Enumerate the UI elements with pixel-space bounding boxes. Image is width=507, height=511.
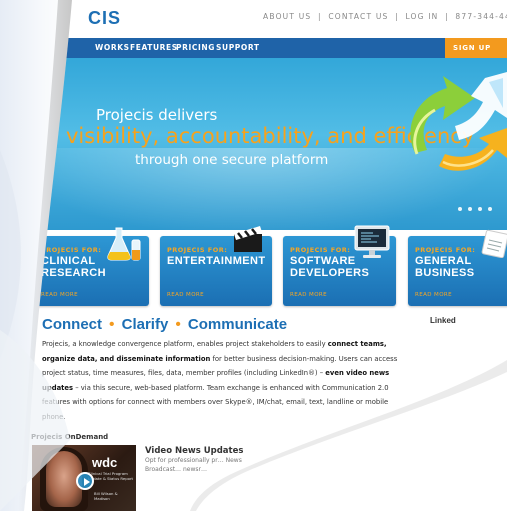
heading-part: Connect (42, 316, 102, 333)
card-software-developers[interactable]: PROJECIS FOR: SOFTWARE DEVELOPERS READ M… (283, 225, 396, 306)
card-title: GENERAL BUSINESS (415, 255, 475, 279)
heading-part: Clarify (121, 316, 169, 333)
contact-us-link[interactable]: CONTACT US (328, 12, 388, 21)
heading-bullet: • (175, 316, 181, 333)
card-title-line: BUSINESS (415, 266, 475, 279)
card-for-label: PROJECIS FOR: (415, 246, 476, 254)
thumb-subtitle: Clinical Trial Program Update & Status R… (88, 471, 134, 481)
read-more-link[interactable]: READ MORE (415, 292, 452, 298)
card-title-line: ENTERTAINMENT (167, 255, 266, 267)
card-entertainment[interactable]: PROJECIS FOR: ENTERTAINMENT READ MORE (160, 226, 272, 306)
page: CIS ABOUT US | CONTACT US | LOG IN | 877… (0, 0, 507, 511)
thumb-caption: Bill Wilson & Madison (94, 491, 118, 501)
linkedin-logo[interactable]: Linked (430, 316, 456, 325)
separator: | (317, 12, 322, 21)
video-thumbnail[interactable]: wdc Clinical Trial Program Update & Stat… (32, 445, 136, 511)
card-title-line: CLINICAL (41, 255, 96, 267)
slide-dot[interactable] (468, 207, 472, 211)
slide-indicator (458, 198, 498, 216)
main-nav: WORKS FEATURES PRICING SUPPORT SIGN UP N… (0, 38, 507, 72)
separator: | (445, 12, 449, 21)
read-more-link[interactable]: READ MORE (41, 292, 78, 298)
logo[interactable]: CIS (88, 8, 121, 29)
card-for-label: PROJECIS FOR: (290, 246, 351, 254)
page-heading: Connect • Clarify • Communicate (42, 316, 287, 333)
sign-up-button[interactable]: SIGN UP NOW (445, 38, 507, 72)
separator: | (395, 12, 399, 21)
nav-item-support[interactable]: SUPPORT (216, 43, 260, 52)
header: CIS ABOUT US | CONTACT US | LOG IN | 877… (0, 0, 507, 38)
play-icon (84, 477, 90, 486)
card-title: CLINICAL RESEARCH (41, 255, 106, 279)
thumb-logo: wdc (92, 455, 118, 470)
video-description: Opt for professionally pr… News Broadcas… (145, 457, 242, 473)
slide-dot[interactable] (478, 207, 482, 211)
hero-banner: Projecis delivers visibility, accountabi… (0, 58, 507, 230)
card-title-line: RESEARCH (41, 266, 106, 279)
card-general-business[interactable]: PROJECIS FOR: GENERAL BUSINESS READ MORE (408, 229, 507, 306)
intro-paragraph: Projecis, a knowledge convergence platfo… (42, 337, 402, 424)
slide-dot[interactable] (458, 207, 462, 211)
card-for-label: PROJECIS FOR: (167, 246, 228, 254)
card-title-line: GENERAL (415, 255, 472, 267)
play-button[interactable] (76, 472, 94, 490)
about-us-link[interactable]: ABOUT US (263, 12, 311, 21)
top-links: ABOUT US | CONTACT US | LOG IN | 877-344… (263, 12, 507, 21)
notepad-icon (481, 229, 507, 258)
heading-part: Communicate (187, 316, 288, 333)
clapperboard-icon (234, 226, 262, 252)
intro-text: Projecis, a knowledge convergence platfo… (42, 340, 328, 348)
heading-bullet: • (109, 316, 115, 333)
nav-item-works[interactable]: WORKS (95, 43, 130, 52)
nav-item-pricing[interactable]: PRICING (176, 43, 215, 52)
phone-number: 877-344-44 (455, 12, 507, 21)
ondemand-title: Projecis OnDemand (31, 433, 109, 441)
monitor-icon (354, 225, 390, 258)
cycle-arrows-icon (410, 72, 507, 171)
nav-item-features[interactable]: FEATURES (130, 43, 178, 52)
log-in-link[interactable]: LOG IN (405, 12, 438, 21)
card-for-label: PROJECIS FOR: (41, 246, 102, 254)
video-title[interactable]: Video News Updates (145, 446, 243, 456)
read-more-link[interactable]: READ MORE (290, 292, 327, 298)
card-clinical-research[interactable]: PROJECIS FOR: CLINICAL RESEARCH READ MOR… (34, 227, 149, 306)
slide-dot[interactable] (488, 207, 492, 211)
hero-line-3: through one secure platform (135, 152, 329, 168)
flask-icon (107, 227, 141, 261)
read-more-link[interactable]: READ MORE (167, 292, 204, 298)
card-title-line: DEVELOPERS (290, 266, 370, 279)
card-title: ENTERTAINMENT (167, 255, 266, 268)
hero-line-1: Projecis delivers (96, 106, 218, 124)
